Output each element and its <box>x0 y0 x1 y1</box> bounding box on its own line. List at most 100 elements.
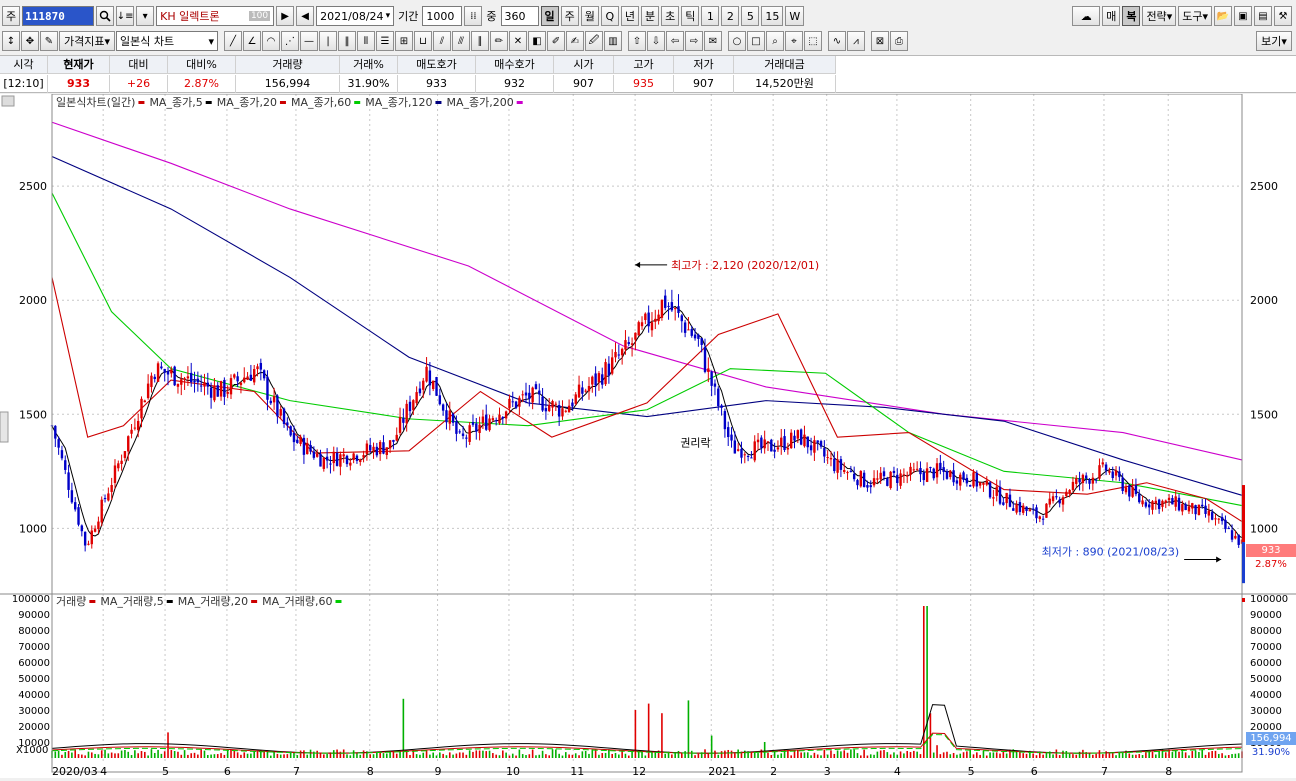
stock-code-input[interactable]: 111870 <box>22 6 95 26</box>
tab-5[interactable]: 5 <box>741 6 760 26</box>
arrow-right-icon[interactable]: ⇨ <box>685 31 703 51</box>
count-input[interactable]: 360 <box>500 6 539 26</box>
volume-bar <box>502 750 504 758</box>
price-legend-label: MA_종가,20 <box>217 96 277 109</box>
volume-bar <box>959 753 962 758</box>
volume-bar <box>1128 753 1131 758</box>
vertical-line-icon[interactable]: | <box>319 31 337 51</box>
color-fill-icon[interactable]: ◧ <box>528 31 546 51</box>
edit-icon[interactable]: ✎ <box>40 31 58 51</box>
rectangle-icon[interactable]: □ <box>747 31 765 51</box>
candle-body <box>972 472 975 487</box>
volume-bar <box>843 750 846 758</box>
pencil-icon[interactable]: ✏ <box>490 31 508 51</box>
crosshair-icon[interactable]: ⌖ <box>785 31 803 51</box>
volume-bar <box>574 753 577 758</box>
horizontal-line-icon[interactable]: — <box>300 31 318 51</box>
market-type-button[interactable]: 주 <box>2 6 21 26</box>
fan-icon[interactable]: ⋰ <box>281 31 299 51</box>
print-icon[interactable]: ▤ <box>1254 6 1272 26</box>
arrow-left-icon[interactable]: ⇦ <box>666 31 684 51</box>
memo-icon[interactable]: ✉ <box>704 31 722 51</box>
tab-15[interactable]: 15 <box>761 6 784 26</box>
candle-body <box>544 408 548 412</box>
tab-tick[interactable]: 틱 <box>681 6 700 26</box>
date-field[interactable]: 2021/08/24 ▾ <box>316 6 395 26</box>
text-note-icon[interactable]: ✍ <box>566 31 584 51</box>
wave-icon[interactable]: ∿ <box>828 31 846 51</box>
pitchfork-icon[interactable]: ⫻ <box>452 31 470 51</box>
volume-bar <box>190 753 193 758</box>
chart-area[interactable]: 1000100015001500200020002500250010000100… <box>0 93 1296 778</box>
volume-bar <box>757 753 759 758</box>
candle-body <box>780 437 783 446</box>
volume-bar <box>531 749 534 758</box>
tab-1[interactable]: 1 <box>701 6 720 26</box>
calendar-dropdown-icon[interactable]: ▾ <box>386 11 391 21</box>
arrow-up-down-icon[interactable]: ↕ <box>2 31 20 51</box>
gann-icon[interactable]: ⊞ <box>395 31 413 51</box>
stock-name-field[interactable]: KH 일렉트론 100 <box>156 6 275 26</box>
tab-week[interactable]: 주 <box>560 6 579 26</box>
parallel-icon[interactable]: ∥ <box>471 31 489 51</box>
play-forward-icon[interactable]: ▶ <box>276 6 295 26</box>
cloud-icon[interactable]: ☁ <box>1072 6 1101 26</box>
volume-bar <box>591 749 594 758</box>
candle-body <box>627 342 630 345</box>
angle-icon[interactable]: ∠ <box>243 31 261 51</box>
channel-icon[interactable]: ⊔ <box>414 31 432 51</box>
volume-bar <box>349 755 352 758</box>
wrench-icon[interactable]: ⚒ <box>1274 6 1292 26</box>
indicator-button[interactable]: 가격지표 ▾ <box>59 31 115 51</box>
tab-year[interactable]: 년 <box>620 6 639 26</box>
fibonacci-icon[interactable]: ‖ <box>338 31 356 51</box>
move-icon[interactable]: ✥ <box>21 31 39 51</box>
multi-button[interactable]: 복 <box>1122 6 1141 26</box>
dropdown-arrow-icon[interactable]: ▾ <box>136 6 155 26</box>
name-prefix: KH <box>160 10 176 23</box>
tab-quarter[interactable]: Q <box>600 6 619 26</box>
view-button[interactable]: 보기 ▾ <box>1256 31 1292 51</box>
speed-lines-icon[interactable]: ⫽ <box>433 31 451 51</box>
magnifier-icon[interactable] <box>96 6 115 26</box>
print-chart-icon[interactable]: ⎙ <box>890 31 908 51</box>
period-input[interactable]: 1000 <box>422 6 463 26</box>
cross-icon[interactable]: ✕ <box>509 31 527 51</box>
zoom-icon[interactable]: ⌕ <box>766 31 784 51</box>
tab-w[interactable]: W <box>785 6 805 26</box>
tab-month[interactable]: 월 <box>580 6 599 26</box>
save-icon[interactable]: ▣ <box>1234 6 1252 26</box>
volume-bar <box>710 735 713 758</box>
circle-icon[interactable]: ○ <box>728 31 746 51</box>
buy-button[interactable]: 매 <box>1102 6 1121 26</box>
edit-note-icon[interactable]: 🖉 <box>585 31 603 51</box>
volume-bar <box>100 750 103 758</box>
arrow-down-icon[interactable]: ⇩ <box>647 31 665 51</box>
grid-dots-icon[interactable]: ⁞⁞ <box>464 6 483 26</box>
volume-bar <box>690 750 693 758</box>
arc-icon[interactable]: ◠ <box>262 31 280 51</box>
tab-2[interactable]: 2 <box>721 6 740 26</box>
cycle-lines-icon[interactable]: ⦀ <box>357 31 375 51</box>
zigzag-icon[interactable]: ⩘ <box>847 31 865 51</box>
price-legend-swatch <box>354 101 361 104</box>
volume-bar <box>889 754 892 758</box>
select-icon[interactable]: ⬚ <box>804 31 822 51</box>
delete-drawing-icon[interactable]: ⊠ <box>871 31 889 51</box>
sort-icon[interactable]: ↓≡ <box>116 6 135 26</box>
strategy-button[interactable]: 전략 ▾ <box>1142 6 1177 26</box>
tab-minute[interactable]: 분 <box>641 6 660 26</box>
tools-button[interactable]: 도구 ▾ <box>1178 6 1212 26</box>
tab-day[interactable]: 일 <box>540 6 559 26</box>
arrow-up-icon[interactable]: ⇧ <box>628 31 646 51</box>
play-back-icon[interactable]: ◀ <box>296 6 315 26</box>
chart-canvas[interactable]: 1000100015001500200020002500250010000100… <box>0 93 1296 778</box>
grid-lines-icon[interactable]: ☰ <box>376 31 394 51</box>
chart-type-select[interactable]: 일본식 차트 ▾ <box>116 31 218 51</box>
trendline-icon[interactable]: ╱ <box>224 31 242 51</box>
tab-second[interactable]: 초 <box>661 6 680 26</box>
candle-body <box>203 382 206 387</box>
doc-icon[interactable]: ▥ <box>604 31 622 51</box>
brush-icon[interactable]: ✐ <box>547 31 565 51</box>
folder-open-icon[interactable]: 📂 <box>1214 6 1232 26</box>
